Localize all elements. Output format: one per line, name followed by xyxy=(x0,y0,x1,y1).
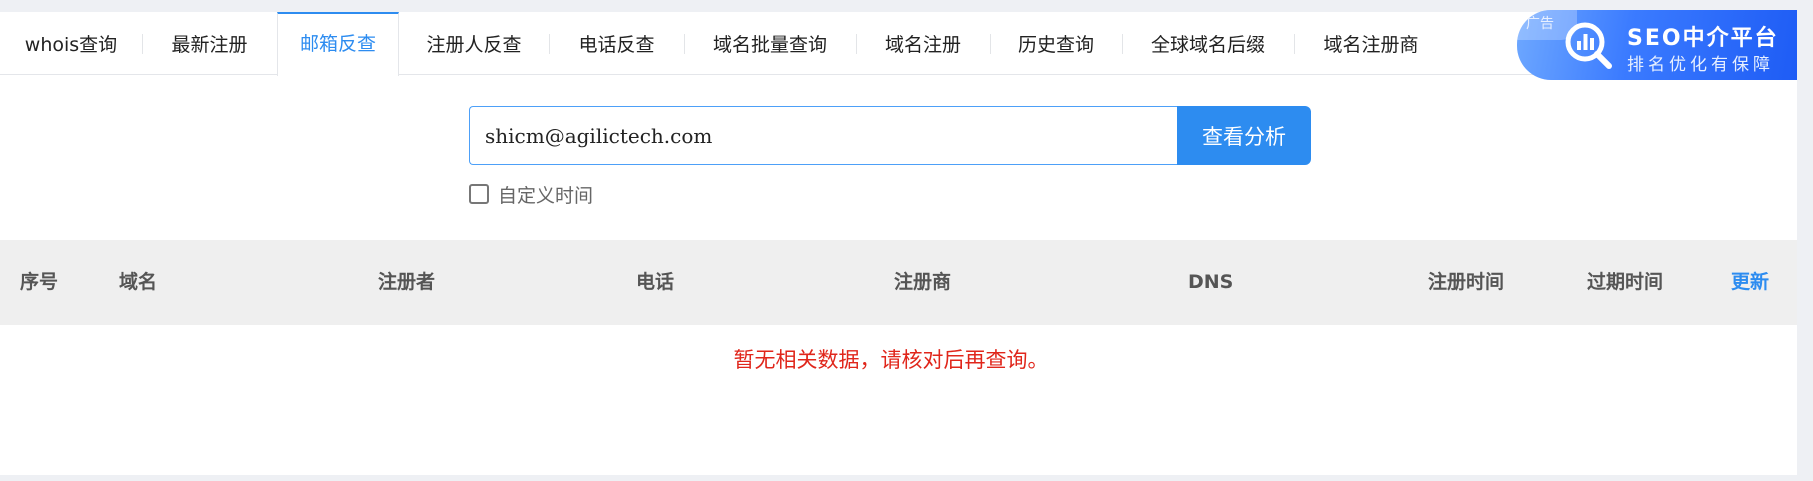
custom-time-option[interactable]: 自定义时间 xyxy=(469,182,594,207)
tab-registrant-reverse[interactable]: 注册人反查 xyxy=(399,12,549,75)
custom-time-checkbox[interactable] xyxy=(469,184,489,204)
tab-registrars[interactable]: 域名注册商 xyxy=(1294,12,1448,75)
tab-history[interactable]: 历史查询 xyxy=(990,12,1122,75)
main-panel: whois查询 最新注册 邮箱反查 注册人反查 电话反查 域名批量查询 域名注册… xyxy=(0,10,1797,475)
column-dns: DNS xyxy=(1188,271,1234,293)
tab-latest-registration[interactable]: 最新注册 xyxy=(142,12,277,75)
column-expiry-date: 过期时间 xyxy=(1587,271,1664,293)
tab-domain-registration[interactable]: 域名注册 xyxy=(856,12,990,75)
refresh-link[interactable]: 更新 xyxy=(1731,240,1769,325)
ad-tag: 广告 xyxy=(1526,16,1554,32)
results-table-header: 序号 域名 注册者 电话 注册商 DNS 注册时间 过期时间 更新 xyxy=(0,240,1797,325)
column-domain: 域名 xyxy=(119,271,158,293)
ad-title: SEO中介平台 xyxy=(1627,26,1779,51)
custom-time-label: 自定义时间 xyxy=(498,184,594,207)
column-index: 序号 xyxy=(20,271,59,293)
tab-whois[interactable]: whois查询 xyxy=(0,12,142,75)
column-registrant: 注册者 xyxy=(378,271,436,293)
email-search-input[interactable] xyxy=(469,106,1178,165)
ad-banner[interactable]: 广告 SEO中介平台 排名优化有保障 xyxy=(1517,10,1797,80)
column-phone: 电话 xyxy=(636,271,675,293)
ad-subtitle: 排名优化有保障 xyxy=(1627,55,1774,75)
empty-result-message: 暂无相关数据，请核对后再查询。 xyxy=(733,348,1049,372)
tab-email-reverse[interactable]: 邮箱反查 xyxy=(277,12,399,76)
column-registrar: 注册商 xyxy=(894,271,952,293)
column-registration-date: 注册时间 xyxy=(1428,271,1505,293)
analyze-button[interactable]: 查看分析 xyxy=(1177,106,1311,165)
tab-phone-reverse[interactable]: 电话反查 xyxy=(549,12,684,75)
tab-global-suffixes[interactable]: 全球域名后缀 xyxy=(1122,12,1294,75)
tab-batch-query[interactable]: 域名批量查询 xyxy=(684,12,856,75)
chart-magnifier-icon xyxy=(1565,22,1612,69)
